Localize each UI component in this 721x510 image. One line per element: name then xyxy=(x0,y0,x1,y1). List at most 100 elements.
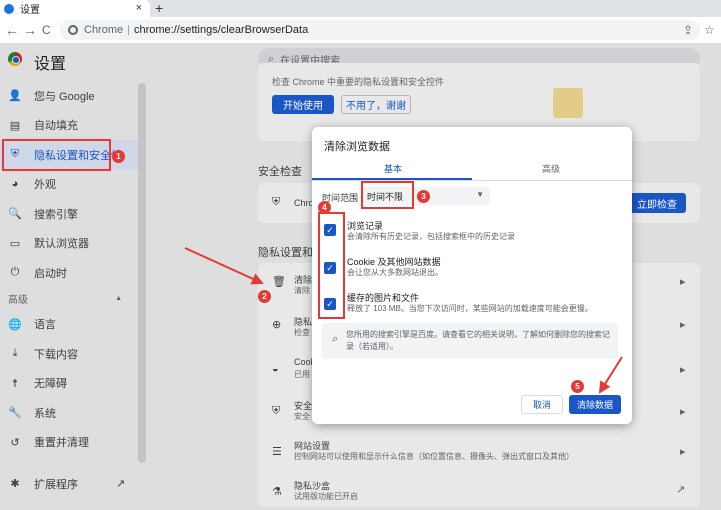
check-now-button[interactable]: 立即检查 xyxy=(628,193,686,213)
checkbox-description: 释放了 103 MB。当您下次访问时，某些网站的加载速度可能会更慢。 xyxy=(347,304,593,313)
no-thanks-button[interactable]: 不用了，谢谢 xyxy=(341,95,411,114)
close-icon[interactable]: × xyxy=(136,2,142,14)
info-text: 您所用的搜索引擎是百度。请查看它的相关说明，了解如何删除您的搜索记录（若适用）。 xyxy=(346,330,610,351)
tab-advanced[interactable]: 高级 xyxy=(542,162,560,175)
puzzle-icon: ✱ xyxy=(10,478,20,491)
chevron-down-icon: ▼ xyxy=(476,190,484,199)
restore-icon: ↺ xyxy=(10,436,20,449)
row-subtitle: 试用版功能已开启 xyxy=(294,492,358,501)
sidebar-item-label: 自动填充 xyxy=(34,120,78,133)
flask-icon: ⚗ xyxy=(272,486,282,498)
dialog-title: 清除浏览数据 xyxy=(324,141,390,153)
person-icon: 👤 xyxy=(8,90,22,103)
browser-toolbar: ← → C Chrome | chrome://settings/clearBr… xyxy=(0,17,721,43)
external-link-icon: ↗ xyxy=(676,484,686,496)
tab-divider xyxy=(312,180,632,181)
sidebar-item-label: 扩展程序 xyxy=(34,478,78,491)
sidebar-item-accessibility[interactable]: ☨ 无障碍 xyxy=(0,369,140,399)
safety-check-heading: 安全检查 xyxy=(258,166,302,178)
annotation-badge: 5 xyxy=(571,380,584,393)
sidebar-item-extensions[interactable]: ✱ 扩展程序 ↗ xyxy=(0,469,140,499)
bookmark-star-icon[interactable]: ☆ xyxy=(704,23,715,37)
cookie-icon: ◒ xyxy=(272,363,279,375)
sidebar-item-on-startup[interactable]: ⏻ 启动时 xyxy=(0,258,140,288)
shield-icon: ⛨ xyxy=(272,196,281,208)
reload-button[interactable]: C xyxy=(42,21,51,39)
sidebar-item-label: 无障碍 xyxy=(34,378,67,391)
annotation-badge: 2 xyxy=(258,290,271,303)
chrome-icon xyxy=(68,25,78,35)
chrome-logo-icon xyxy=(8,52,22,66)
annotation-badge: 1 xyxy=(112,150,125,163)
tab-basic[interactable]: 基本 xyxy=(384,162,402,175)
new-tab-button[interactable]: + xyxy=(155,0,163,16)
sidebar-item-appearance[interactable]: ◕ 外观 xyxy=(0,170,140,200)
url-host: Chrome xyxy=(84,24,124,36)
chevron-up-icon: ▲ xyxy=(115,295,122,302)
sidebar-item-label: 搜索引擎 xyxy=(34,208,78,221)
sidebar-item-autofill[interactable]: ▤ 自动填充 xyxy=(0,111,140,141)
sidebar-item-label: 下载内容 xyxy=(34,348,78,361)
sidebar-advanced-toggle[interactable]: 高级 ▲ xyxy=(0,288,140,310)
sidebar-item-system[interactable]: 🔧 系统 xyxy=(0,398,140,428)
power-icon: ⏻ xyxy=(10,266,20,279)
sidebar-item-label: 启动时 xyxy=(34,267,67,280)
external-link-icon: ↗ xyxy=(116,478,126,491)
safety-check-text: Chro xyxy=(294,198,314,208)
sidebar-item-label: 您与 Google xyxy=(34,90,95,103)
search-engine-info: ⌕ 您所用的搜索引擎是百度。请查看它的相关说明，了解如何删除您的搜索记录（若适用… xyxy=(322,323,618,359)
tab-settings[interactable]: 设置 × xyxy=(0,0,150,17)
sidebar-item-default-browser[interactable]: ▭ 默认浏览器 xyxy=(0,229,140,259)
sidebar-item-search-engine[interactable]: 🔍 搜索引擎 xyxy=(0,199,140,229)
compass-icon: ⊕ xyxy=(272,319,282,331)
clear-browsing-data-dialog: 清除浏览数据 基本 高级 时间范围 时间不限 ▼ ✓ 浏览记录 会清除所有历史记… xyxy=(312,127,632,424)
url-separator: | xyxy=(127,24,130,36)
address-bar[interactable]: Chrome | chrome://settings/clearBrowserD… xyxy=(60,20,700,40)
gear-icon xyxy=(4,3,14,14)
clipboard-icon: ▤ xyxy=(9,119,21,132)
sidebar-item-label: 重置并清理 xyxy=(34,437,89,450)
sidebar-item-downloads[interactable]: ⤓ 下载内容 xyxy=(0,339,140,369)
search-icon: 🔍 xyxy=(8,208,22,221)
clear-data-button[interactable]: 清除数据 xyxy=(569,395,621,414)
back-button[interactable]: ← xyxy=(5,21,19,39)
tab-strip: 设置 × + xyxy=(0,0,721,17)
page-title: 设置 xyxy=(34,56,67,73)
row-subtitle: 安全 xyxy=(294,412,310,421)
trash-icon: 🗑 xyxy=(272,276,286,288)
start-button[interactable]: 开始使用 xyxy=(272,95,334,114)
chevron-right-icon: ▸ xyxy=(680,406,686,418)
shield-icon: ⛨ xyxy=(272,405,281,417)
annotation-badge: 4 xyxy=(318,201,331,214)
sliders-icon: ☰ xyxy=(272,446,282,458)
row-subtitle: 检查 xyxy=(294,328,310,337)
checkbox-description: 会清除所有历史记录，包括搜索框中的历史记录 xyxy=(347,232,515,241)
forward-button[interactable]: → xyxy=(23,21,37,39)
sidebar-item-label: 系统 xyxy=(34,407,56,420)
accessibility-icon: ☨ xyxy=(12,377,18,390)
browser-icon: ▭ xyxy=(9,237,21,250)
sidebar-item-label: 默认浏览器 xyxy=(34,238,89,251)
sidebar-scrollbar[interactable] xyxy=(138,83,146,463)
share-icon[interactable]: ⇪ xyxy=(683,23,693,37)
annotation-box-sidebar xyxy=(2,139,111,171)
url-path: chrome://settings/clearBrowserData xyxy=(133,24,309,36)
sidebar-item-languages[interactable]: 🌐 语言 xyxy=(0,310,140,340)
privacy-guide-text: 检查 Chrome 中重要的隐私设置和安全控件 xyxy=(272,77,445,87)
cancel-button[interactable]: 取消 xyxy=(521,395,563,414)
checkbox-description: 会让您从大多数网站退出。 xyxy=(347,268,443,277)
annotation-box-time-range xyxy=(361,181,414,209)
row-subtitle: 清除 xyxy=(294,286,310,295)
chevron-right-icon: ▸ xyxy=(680,446,686,458)
sidebar-item-label: 语言 xyxy=(34,319,56,332)
search-icon: ⌕ xyxy=(332,333,339,345)
sidebar-item-you-and-google[interactable]: 👤 您与 Google xyxy=(0,81,140,111)
row-subtitle: 已用 xyxy=(294,370,310,379)
row-subtitle: 控制网站可以使用和显示什么信息（如位置信息、摄像头、弹出式窗口及其他） xyxy=(294,452,574,461)
tab-title: 设置 xyxy=(20,5,40,16)
download-icon: ⤓ xyxy=(12,347,18,360)
globe-icon: 🌐 xyxy=(8,318,22,331)
sidebar-item-reset[interactable]: ↺ 重置并清理 xyxy=(0,428,140,458)
chevron-right-icon: ▸ xyxy=(680,319,686,331)
sidebar-item-label: 外观 xyxy=(34,179,56,192)
